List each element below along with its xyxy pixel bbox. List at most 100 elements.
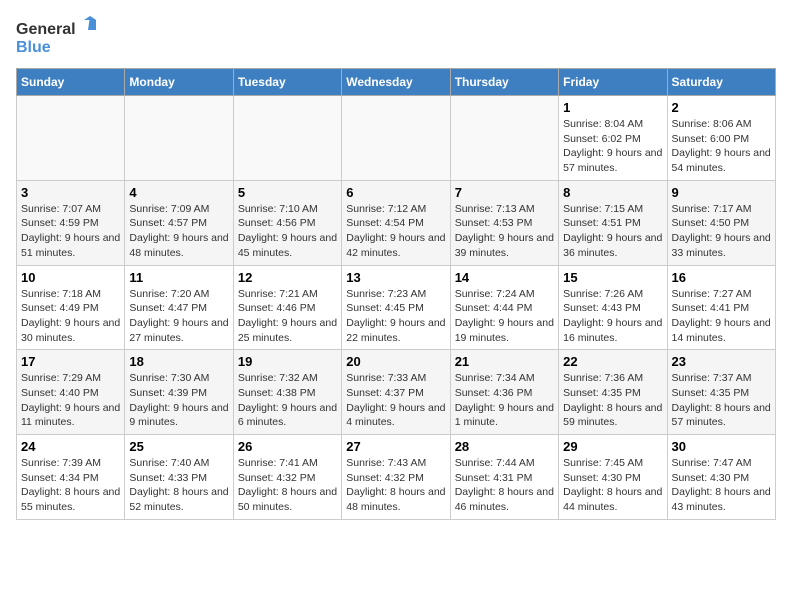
week-row-4: 17Sunrise: 7:29 AMSunset: 4:40 PMDayligh… [17,350,776,435]
day-number: 18 [129,354,228,369]
calendar-cell: 30Sunrise: 7:47 AMSunset: 4:30 PMDayligh… [667,435,775,520]
calendar-cell: 8 Sunrise: 7:15 AMSunset: 4:51 PMDaylight… [559,180,667,265]
day-info: Sunrise: 7:15 AMSunset: 4:51 PMDaylight:… [563,202,662,261]
calendar-cell: 6 Sunrise: 7:12 AMSunset: 4:54 PMDaylight… [342,180,450,265]
day-info: Sunrise: 7:13 AMSunset: 4:53 PMDaylight:… [455,202,554,261]
col-header-tuesday: Tuesday [233,69,341,96]
col-header-friday: Friday [559,69,667,96]
calendar-cell: 26 Sunrise: 7:41 AMSunset: 4:32 PMDayligh… [233,435,341,520]
calendar-cell: 9 Sunrise: 7:17 AMSunset: 4:50 PMDaylight… [667,180,775,265]
day-info: Sunrise: 7:41 AMSunset: 4:32 PMDaylight:… [238,456,337,515]
day-number: 2 [672,100,771,115]
day-info: Sunrise: 7:17 AMSunset: 4:50 PMDaylight:… [672,202,771,261]
day-number: 3 [21,185,120,200]
calendar-cell: 4Sunrise: 7:09 AMSunset: 4:57 PMDaylight… [125,180,233,265]
calendar-table: SundayMondayTuesdayWednesdayThursdayFrid… [16,68,776,520]
header: GeneralBlue [16,16,776,60]
calendar-cell [233,96,341,181]
day-info: Sunrise: 7:32 AMSunset: 4:38 PMDaylight:… [238,371,337,430]
day-info: Sunrise: 7:18 AMSunset: 4:49 PMDaylight:… [21,287,120,346]
day-number: 16 [672,270,771,285]
calendar-cell [450,96,558,181]
calendar-cell: 27Sunrise: 7:43 AMSunset: 4:32 PMDayligh… [342,435,450,520]
svg-text:General: General [16,21,76,38]
day-info: Sunrise: 7:47 AMSunset: 4:30 PMDaylight:… [672,456,771,515]
day-number: 14 [455,270,554,285]
calendar-cell: 19 Sunrise: 7:32 AMSunset: 4:38 PMDayligh… [233,350,341,435]
day-info: Sunrise: 7:26 AMSunset: 4:43 PMDaylight:… [563,287,662,346]
day-number: 23 [672,354,771,369]
day-info: Sunrise: 7:39 AMSunset: 4:34 PMDaylight:… [21,456,120,515]
calendar-cell: 23 Sunrise: 7:37 AMSunset: 4:35 PMDayligh… [667,350,775,435]
day-info: Sunrise: 7:45 AMSunset: 4:30 PMDaylight:… [563,456,662,515]
calendar-cell [17,96,125,181]
day-info: Sunrise: 7:30 AMSunset: 4:39 PMDaylight:… [129,371,228,430]
day-info: Sunrise: 7:36 AMSunset: 4:35 PMDaylight:… [563,371,662,430]
day-number: 29 [563,439,662,454]
day-number: 8 [563,185,662,200]
day-info: Sunrise: 7:20 AMSunset: 4:47 PMDaylight:… [129,287,228,346]
day-number: 10 [21,270,120,285]
col-header-sunday: Sunday [17,69,125,96]
day-number: 26 [238,439,337,454]
col-header-saturday: Saturday [667,69,775,96]
calendar-cell: 3 Sunrise: 7:07 AMSunset: 4:59 PMDaylight… [17,180,125,265]
day-number: 25 [129,439,228,454]
day-info: Sunrise: 7:34 AMSunset: 4:36 PMDaylight:… [455,371,554,430]
day-number: 24 [21,439,120,454]
day-info: Sunrise: 7:37 AMSunset: 4:35 PMDaylight:… [672,371,771,430]
day-number: 28 [455,439,554,454]
day-info: Sunrise: 7:21 AMSunset: 4:46 PMDaylight:… [238,287,337,346]
day-info: Sunrise: 7:44 AMSunset: 4:31 PMDaylight:… [455,456,554,515]
day-info: Sunrise: 7:07 AMSunset: 4:59 PMDaylight:… [21,202,120,261]
day-info: Sunrise: 7:29 AMSunset: 4:40 PMDaylight:… [21,371,120,430]
day-info: Sunrise: 7:12 AMSunset: 4:54 PMDaylight:… [346,202,445,261]
calendar-body: 1 Sunrise: 8:04 AMSunset: 6:02 PMDaylight… [17,96,776,520]
week-row-1: 1 Sunrise: 8:04 AMSunset: 6:02 PMDaylight… [17,96,776,181]
col-header-thursday: Thursday [450,69,558,96]
day-number: 19 [238,354,337,369]
calendar-cell: 1 Sunrise: 8:04 AMSunset: 6:02 PMDaylight… [559,96,667,181]
day-number: 7 [455,185,554,200]
col-header-monday: Monday [125,69,233,96]
calendar-cell: 24 Sunrise: 7:39 AMSunset: 4:34 PMDayligh… [17,435,125,520]
calendar-cell [125,96,233,181]
day-info: Sunrise: 8:06 AMSunset: 6:00 PMDaylight:… [672,117,771,176]
day-info: Sunrise: 7:10 AMSunset: 4:56 PMDaylight:… [238,202,337,261]
calendar-cell [342,96,450,181]
day-info: Sunrise: 7:40 AMSunset: 4:33 PMDaylight:… [129,456,228,515]
day-number: 12 [238,270,337,285]
day-info: Sunrise: 7:33 AMSunset: 4:37 PMDaylight:… [346,371,445,430]
day-info: Sunrise: 7:09 AMSunset: 4:57 PMDaylight:… [129,202,228,261]
day-number: 6 [346,185,445,200]
day-number: 15 [563,270,662,285]
calendar-cell: 2 Sunrise: 8:06 AMSunset: 6:00 PMDaylight… [667,96,775,181]
week-row-2: 3 Sunrise: 7:07 AMSunset: 4:59 PMDaylight… [17,180,776,265]
calendar-cell: 17Sunrise: 7:29 AMSunset: 4:40 PMDayligh… [17,350,125,435]
day-number: 21 [455,354,554,369]
day-info: Sunrise: 7:27 AMSunset: 4:41 PMDaylight:… [672,287,771,346]
calendar-cell: 28 Sunrise: 7:44 AMSunset: 4:31 PMDayligh… [450,435,558,520]
day-number: 27 [346,439,445,454]
calendar-cell: 15 Sunrise: 7:26 AMSunset: 4:43 PMDayligh… [559,265,667,350]
calendar-cell: 5 Sunrise: 7:10 AMSunset: 4:56 PMDaylight… [233,180,341,265]
logo-svg: GeneralBlue [16,16,106,60]
day-number: 5 [238,185,337,200]
day-number: 22 [563,354,662,369]
calendar-cell: 25 Sunrise: 7:40 AMSunset: 4:33 PMDayligh… [125,435,233,520]
day-info: Sunrise: 8:04 AMSunset: 6:02 PMDaylight:… [563,117,662,176]
svg-text:Blue: Blue [16,39,51,56]
calendar-cell: 11 Sunrise: 7:20 AMSunset: 4:47 PMDayligh… [125,265,233,350]
week-row-5: 24 Sunrise: 7:39 AMSunset: 4:34 PMDayligh… [17,435,776,520]
col-header-wednesday: Wednesday [342,69,450,96]
day-info: Sunrise: 7:23 AMSunset: 4:45 PMDaylight:… [346,287,445,346]
day-number: 11 [129,270,228,285]
day-number: 9 [672,185,771,200]
day-number: 13 [346,270,445,285]
calendar-cell: 16 Sunrise: 7:27 AMSunset: 4:41 PMDayligh… [667,265,775,350]
day-info: Sunrise: 7:24 AMSunset: 4:44 PMDaylight:… [455,287,554,346]
day-number: 1 [563,100,662,115]
calendar-cell: 20Sunrise: 7:33 AMSunset: 4:37 PMDayligh… [342,350,450,435]
calendar-cell: 10 Sunrise: 7:18 AMSunset: 4:49 PMDayligh… [17,265,125,350]
calendar-cell: 18 Sunrise: 7:30 AMSunset: 4:39 PMDayligh… [125,350,233,435]
